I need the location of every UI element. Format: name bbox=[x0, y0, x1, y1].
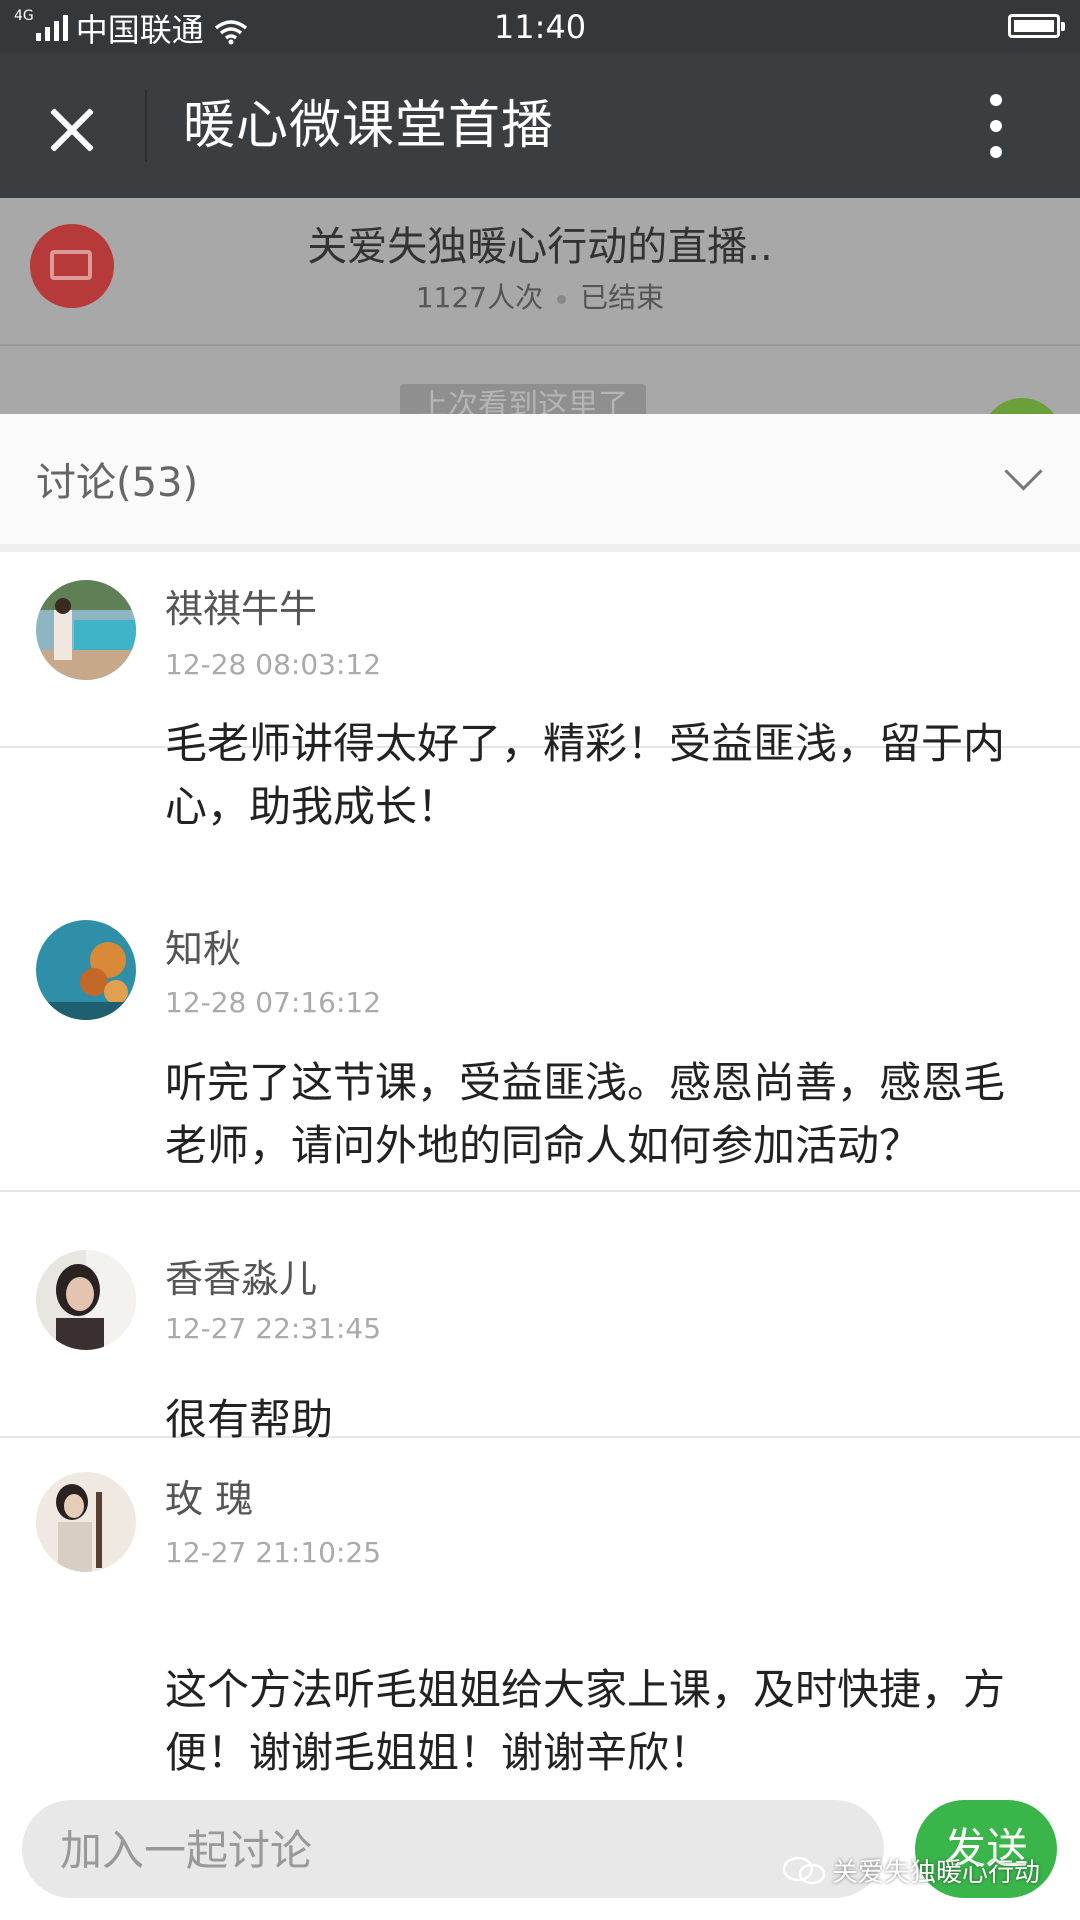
battery-icon bbox=[1008, 14, 1065, 38]
comment-time: 12-27 22:31:45 bbox=[165, 1312, 382, 1345]
last-seen-marker: 上次看到这里了 bbox=[400, 384, 646, 414]
viewer-count: 1127人次 bbox=[415, 281, 544, 314]
wechat-icon bbox=[782, 1856, 826, 1886]
avatar[interactable] bbox=[36, 920, 136, 1020]
page-title: 暖心微课堂首播 bbox=[183, 96, 555, 156]
avatar[interactable] bbox=[36, 1472, 136, 1572]
live-title: 关爱失独暖心行动的直播.. bbox=[307, 224, 773, 270]
watermark-text: 关爱失独暖心行动 bbox=[832, 1858, 1041, 1888]
close-icon[interactable] bbox=[40, 98, 104, 162]
discussion-input[interactable] bbox=[58, 1800, 862, 1900]
comment-time: 12-27 21:10:25 bbox=[165, 1536, 382, 1569]
status-bar: 4G 中国联通 11:40 bbox=[0, 0, 1080, 54]
comment-time: 12-28 07:16:12 bbox=[165, 986, 382, 1019]
comment-author: 祺祺牛牛 bbox=[165, 587, 318, 631]
comment-author: 玫 瑰 bbox=[165, 1477, 254, 1521]
avatar bbox=[982, 398, 1062, 414]
nav-bar: 暖心微课堂首播 bbox=[0, 54, 1080, 198]
discussion-header: 讨论(53) bbox=[0, 414, 1080, 552]
live-meta: 1127人次 已结束 bbox=[0, 276, 1080, 316]
comment-text: 毛老师讲得太好了，精彩！受益匪浅，留于内心，助我成长！ bbox=[165, 719, 1006, 831]
comment-time: 12-28 08:03:12 bbox=[165, 648, 382, 681]
more-options-icon[interactable] bbox=[980, 94, 1012, 158]
chevron-down-icon[interactable] bbox=[1004, 452, 1043, 491]
live-status: 已结束 bbox=[580, 281, 665, 314]
avatar[interactable] bbox=[36, 580, 136, 680]
discussion-input-wrapper[interactable] bbox=[22, 1800, 884, 1900]
comment-item: 玫 瑰 12-27 21:10:25 bbox=[0, 1438, 1080, 1858]
watermark: 关爱失独暖心行动 bbox=[782, 1852, 1040, 1889]
avatar[interactable] bbox=[36, 1250, 136, 1350]
comment-author: 香香淼儿 bbox=[165, 1257, 318, 1301]
comment-text: 这个方法听毛姐姐给大家上课，及时快捷，方便！谢谢毛姐姐！谢谢辛欣！ bbox=[165, 1665, 1006, 1777]
comment-text: 很有帮助 bbox=[165, 1395, 334, 1444]
nav-divider bbox=[145, 90, 147, 162]
live-info-area: 关爱失独暖心行动的直播.. 1127人次 已结束 上次看到这里了 bbox=[0, 198, 1080, 414]
clock: 11:40 bbox=[493, 8, 587, 46]
comment-text: 听完了这节课，受益匪浅。感恩尚善，感恩毛老师，请问外地的同命人如何参加活动？ bbox=[165, 1058, 1006, 1170]
comment-author: 知秋 bbox=[165, 927, 242, 971]
discussion-count: 讨论(53) bbox=[36, 460, 199, 506]
